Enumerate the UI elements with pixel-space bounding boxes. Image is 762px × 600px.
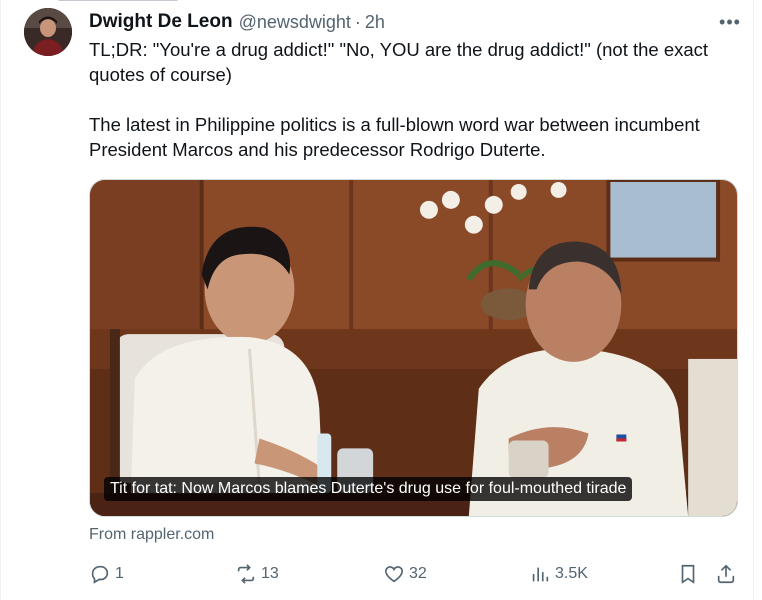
- previous-context-cut: [58, 0, 178, 2]
- views-count: 3.5K: [555, 565, 588, 582]
- reply-count: 1: [115, 565, 124, 582]
- tweet-paragraph-1: TL;DR: "You're a drug addict!" "No, YOU …: [89, 39, 709, 85]
- news-photo: [90, 180, 737, 516]
- reply-button[interactable]: 1: [89, 560, 124, 588]
- like-button[interactable]: 32: [383, 560, 427, 588]
- share-icon: [717, 564, 735, 584]
- author-name[interactable]: Dwight De Leon: [89, 11, 233, 33]
- timestamp[interactable]: 2h: [365, 12, 385, 33]
- like-count: 32: [409, 565, 427, 582]
- bookmark-button[interactable]: [677, 560, 703, 588]
- bookmark-icon: [681, 564, 695, 584]
- link-source[interactable]: From rappler.com: [89, 526, 214, 544]
- tweet-actions: 1 13 32 3.5K: [89, 560, 749, 588]
- repost-button[interactable]: 13: [235, 560, 279, 588]
- analytics-icon: [532, 567, 549, 582]
- tweet-text: TL;DR: "You're a drug addict!" "No, YOU …: [89, 37, 749, 162]
- timeline-border-left: [0, 0, 1, 600]
- separator-dot: ·: [354, 11, 361, 32]
- link-card-media[interactable]: Tit for tat: Now Marcos blames Duterte's…: [89, 179, 738, 517]
- reply-icon: [91, 565, 109, 584]
- more-options-button[interactable]: •••: [716, 10, 744, 34]
- avatar-photo: [24, 8, 72, 56]
- share-button[interactable]: [715, 560, 741, 588]
- tweet-header: Dwight De Leon @newsdwight · 2h •••: [89, 10, 744, 34]
- link-card-title: Tit for tat: Now Marcos blames Duterte's…: [104, 477, 633, 501]
- repost-count: 13: [261, 565, 279, 582]
- heart-icon: [384, 566, 404, 583]
- author-handle[interactable]: @newsdwight: [239, 12, 351, 33]
- timeline-border-right: [753, 0, 754, 600]
- views-button[interactable]: 3.5K: [529, 560, 588, 588]
- avatar[interactable]: [24, 8, 72, 56]
- repost-icon: [237, 564, 255, 584]
- tweet-paragraph-2: The latest in Philippine politics is a f…: [89, 114, 700, 160]
